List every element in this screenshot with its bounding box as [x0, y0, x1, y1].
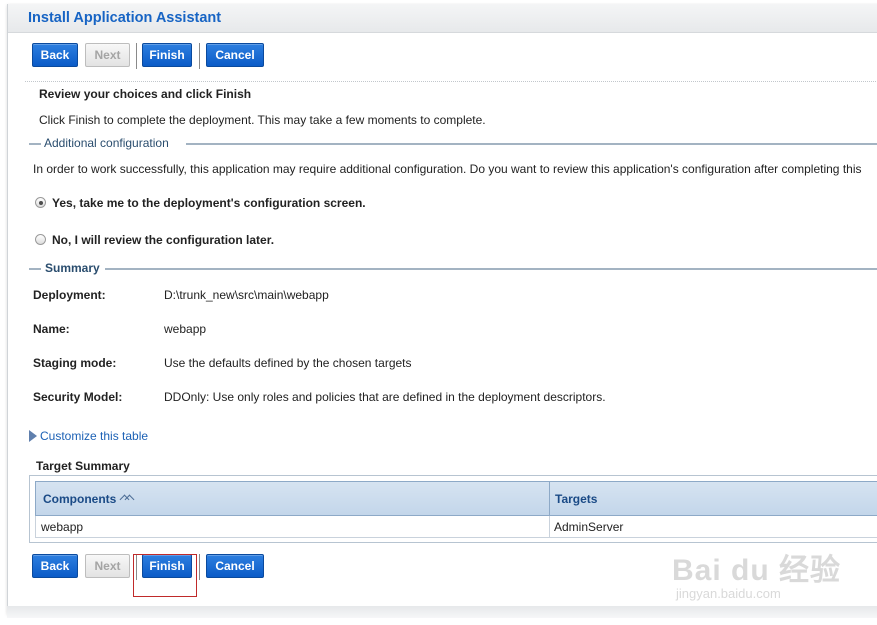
- radio-no-label[interactable]: No, I will review the configuration late…: [52, 233, 274, 247]
- legend-line: [29, 268, 41, 270]
- title-bar: Install Application Assistant: [8, 4, 877, 33]
- summary-value-name: webapp: [164, 322, 207, 336]
- column-header-targets[interactable]: Targets: [555, 492, 597, 506]
- watermark-logo: Bai du 经验: [672, 554, 842, 587]
- additional-config-title: Additional configuration: [44, 136, 169, 150]
- radio-no[interactable]: [35, 234, 46, 245]
- finish-button-top[interactable]: Finish: [142, 43, 192, 67]
- review-instruction: Click Finish to complete the deployment.…: [39, 113, 486, 127]
- button-separator: [199, 43, 200, 69]
- radio-yes-label[interactable]: Yes, take me to the deployment's configu…: [52, 196, 366, 210]
- legend-line: [105, 268, 877, 270]
- cell-target: AdminServer: [554, 520, 624, 534]
- additional-config-description: In order to work successfully, this appl…: [33, 162, 862, 176]
- page-title: Install Application Assistant: [28, 10, 222, 26]
- summary-label-security: Security Model:: [33, 390, 123, 404]
- column-separator: [549, 516, 550, 537]
- table-header: Components Targets: [35, 481, 877, 516]
- legend-line: [29, 143, 41, 145]
- next-button-top[interactable]: Next: [85, 43, 130, 67]
- review-heading: Review your choices and click Finish: [39, 87, 252, 101]
- sort-ascending-icon[interactable]: [119, 494, 135, 505]
- summary-value-staging: Use the defaults defined by the chosen t…: [164, 356, 412, 370]
- cancel-button-bottom[interactable]: Cancel: [206, 554, 264, 578]
- table-row: webapp AdminServer: [35, 516, 877, 538]
- panel-shadow: [7, 606, 877, 618]
- additional-config-legend: Additional configuration: [25, 136, 877, 150]
- watermark-url: jingyan.baidu.com: [676, 586, 781, 601]
- cell-component: webapp: [41, 520, 84, 534]
- summary-value-security: DDOnly: Use only roles and policies that…: [164, 390, 606, 404]
- summary-label-name: Name:: [33, 322, 70, 336]
- target-summary-title: Target Summary: [36, 459, 130, 473]
- back-button-top[interactable]: Back: [32, 43, 78, 67]
- column-components-label: Components: [43, 492, 117, 506]
- finish-highlight-box: [133, 554, 197, 597]
- summary-title: Summary: [45, 261, 100, 275]
- target-summary-table: Components Targets webapp AdminServer: [29, 475, 877, 543]
- button-separator: [136, 43, 137, 69]
- radio-yes[interactable]: [35, 197, 46, 208]
- column-separator: [549, 482, 550, 515]
- cancel-button-top[interactable]: Cancel: [206, 43, 264, 67]
- summary-label-staging: Staging mode:: [33, 356, 117, 370]
- legend-line: [186, 143, 877, 145]
- customize-table-link[interactable]: Customize this table: [40, 429, 148, 443]
- button-separator: [199, 554, 200, 580]
- radio-selected-dot: [38, 200, 43, 205]
- summary-value-deployment: D:\trunk_new\src\main\webapp: [164, 288, 329, 302]
- summary-legend: Summary: [25, 261, 877, 275]
- column-header-components[interactable]: Components: [43, 492, 135, 506]
- next-button-bottom[interactable]: Next: [85, 554, 130, 578]
- divider: [25, 81, 877, 82]
- back-button-bottom[interactable]: Back: [32, 554, 78, 578]
- summary-label-deployment: Deployment:: [33, 288, 106, 302]
- expand-triangle-icon[interactable]: [29, 430, 37, 442]
